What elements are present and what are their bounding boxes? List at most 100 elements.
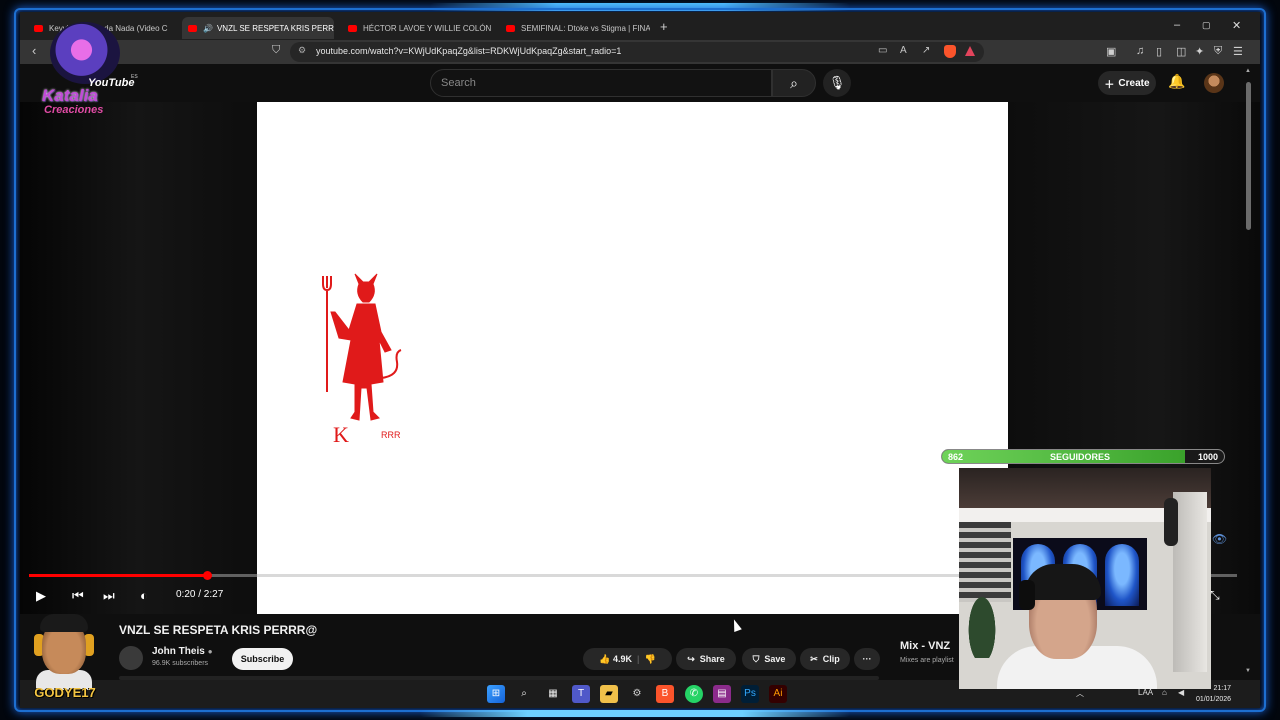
youtube-favicon-icon xyxy=(348,24,357,32)
browser-tab[interactable]: SEMIFINAL: Dtoke vs Stigma | FINAL xyxy=(500,17,650,39)
task-view-icon[interactable]: ▦ xyxy=(544,685,562,703)
subscribe-button[interactable]: Subscribe xyxy=(232,648,293,670)
webcam-person-hair xyxy=(1025,564,1101,600)
more-actions-button[interactable]: ··· xyxy=(854,648,880,670)
progress-scrubber[interactable] xyxy=(203,571,212,580)
channel-avatar[interactable] xyxy=(119,646,143,670)
video-frame[interactable]: K RRR xyxy=(257,102,1008,614)
webcam-light-panel xyxy=(1105,544,1139,606)
play-icon[interactable]: ▶ xyxy=(36,588,46,604)
browser-tab-active[interactable]: 🔊 VNZL SE RESPETA KRIS PERR ✕ xyxy=(182,17,334,39)
mix-playlist-title[interactable]: Mix - VNZ xyxy=(900,640,950,652)
illustrator-icon[interactable]: Ai xyxy=(769,685,787,703)
voice-search-button[interactable]: 🎙 xyxy=(823,69,851,97)
menu-icon[interactable]: ☰ xyxy=(1233,45,1243,58)
search-icon: ⌕ xyxy=(790,75,798,91)
search-button[interactable]: ⌕ xyxy=(772,69,816,97)
previous-icon[interactable]: ⏮ xyxy=(72,588,84,604)
network-icon[interactable]: ⌂ xyxy=(1162,688,1167,697)
like-dislike-group: 👍 4.9K | 👎 xyxy=(583,648,672,670)
sidebar-icon[interactable]: ▣ xyxy=(1106,45,1116,58)
volume-tray-icon[interactable]: ◀ xyxy=(1178,688,1184,697)
save-button[interactable]: ⛉ Save xyxy=(742,648,796,670)
create-button[interactable]: ＋ Create xyxy=(1098,71,1156,95)
share-button[interactable]: ↪ Share xyxy=(676,648,736,670)
logo-emblem-icon xyxy=(50,22,120,84)
scroll-down-icon[interactable]: ▼ xyxy=(1245,668,1251,674)
verified-icon: ● xyxy=(207,647,213,656)
account-avatar[interactable] xyxy=(1204,73,1224,93)
maximize-button[interactable]: ▢ xyxy=(1202,20,1211,31)
tab-title: HÉCTOR LAVOE Y WILLIE COLÓN 🌹 xyxy=(363,23,492,33)
back-icon[interactable]: ‹ xyxy=(32,43,36,58)
create-label: Create xyxy=(1118,77,1150,89)
streamer-tag: GODYE17 xyxy=(34,685,96,700)
close-window-button[interactable]: ✕ xyxy=(1232,19,1241,32)
windows-start-icon[interactable]: ⊞ xyxy=(487,685,505,703)
brave-taskbar-icon[interactable]: B xyxy=(656,685,674,703)
thumbs-down-icon: 👎 xyxy=(644,653,656,664)
teams-icon[interactable]: T xyxy=(572,685,590,703)
channel-name-text: John Theis xyxy=(152,646,205,657)
video-logo-letter: K xyxy=(333,422,349,447)
next-icon[interactable]: ⏭ xyxy=(103,588,115,604)
fullscreen-icon[interactable]: ⤡ xyxy=(1210,588,1220,603)
minimize-button[interactable]: – xyxy=(1174,19,1180,31)
share-page-icon[interactable]: ↗ xyxy=(922,45,930,56)
search-taskbar-icon[interactable]: ⌕ xyxy=(515,685,533,703)
plus-icon: ＋ xyxy=(1104,79,1115,91)
clip-button[interactable]: ✂ Clip xyxy=(800,648,850,670)
browser-tab[interactable]: HÉCTOR LAVOE Y WILLIE COLÓN 🌹 xyxy=(342,17,492,39)
bookmark-icon[interactable]: ⛉ xyxy=(272,44,280,57)
scroll-up-icon[interactable]: ▲ xyxy=(1245,68,1251,74)
file-explorer-icon[interactable]: ▰ xyxy=(600,685,618,703)
search-input[interactable]: Search xyxy=(430,69,772,97)
streamer-avatar-sticker: GODYE17 xyxy=(30,612,100,704)
winrar-icon[interactable]: ▤ xyxy=(713,685,731,703)
new-tab-button[interactable]: + xyxy=(660,19,668,34)
tray-chevron-icon[interactable]: ︿ xyxy=(1076,688,1084,699)
media-icon[interactable]: ♫ xyxy=(1136,45,1144,57)
player-pillarbox-left xyxy=(20,102,257,614)
extensions-icon[interactable]: ✦ xyxy=(1195,45,1204,58)
stream-frame: Keyvin - ... Queda Nada (Video C 🔊 VNZL … xyxy=(0,0,1280,720)
subscriber-count: 96.9K subscribers xyxy=(152,660,209,667)
reading-icon[interactable]: ▯ xyxy=(1156,45,1162,58)
follower-label: SEGUIDORES xyxy=(1050,452,1111,462)
scrollbar-thumb[interactable] xyxy=(1246,82,1251,230)
webcam-microphone xyxy=(1164,498,1178,546)
translate-icon[interactable]: A xyxy=(900,45,907,56)
youtube-header: Search ⌕ 🎙 ＋ Create 🔔 xyxy=(20,64,1260,102)
youtube-favicon-icon xyxy=(188,24,197,32)
search-placeholder: Search xyxy=(441,77,476,89)
notifications-bell-icon[interactable]: 🔔 xyxy=(1168,73,1185,90)
follower-count: 862 xyxy=(948,452,964,462)
brave-rewards-icon[interactable] xyxy=(965,46,975,56)
mix-playlist-subtitle: Mixes are playlist xyxy=(900,657,954,664)
sticker-hair xyxy=(40,614,88,632)
settings-app-icon[interactable]: ⚙ xyxy=(628,685,646,703)
whatsapp-icon[interactable]: ✆ xyxy=(685,685,703,703)
logo-es-text: ES xyxy=(131,74,138,80)
dislike-button[interactable]: 👎 xyxy=(645,654,656,665)
clip-label: Clip xyxy=(822,654,840,664)
address-bar[interactable]: ⚙ youtube.com/watch?v=KWjUdKpaqZg&list=R… xyxy=(290,42,984,62)
more-icon: ··· xyxy=(862,654,872,664)
share-label: Share xyxy=(699,654,725,664)
brave-shields-icon[interactable] xyxy=(944,45,956,58)
channel-name[interactable]: John Theis ● xyxy=(152,646,213,657)
photoshop-icon[interactable]: Ps xyxy=(741,685,759,703)
language-indicator[interactable]: LAA xyxy=(1138,688,1153,697)
tab-title: SEMIFINAL: Dtoke vs Stigma | FINAL xyxy=(521,23,650,33)
thumbs-up-icon: 👍 xyxy=(599,653,611,664)
wallet-icon[interactable]: ◫ xyxy=(1176,45,1186,58)
cast-icon[interactable]: ▭ xyxy=(878,45,887,56)
clock-date: 01/01/2026 xyxy=(1196,696,1232,703)
site-settings-icon[interactable]: ⚙ xyxy=(298,45,306,56)
webcam-plant xyxy=(965,588,999,658)
katalia-creaciones-logo: YouTube Katalia Creaciones ES xyxy=(40,18,138,116)
logo-sub-text: Creaciones xyxy=(44,104,104,116)
vpn-icon[interactable]: ⛨ xyxy=(1214,45,1222,58)
volume-icon[interactable]: ◐ xyxy=(140,588,148,603)
like-button[interactable]: 👍 4.9K xyxy=(599,654,632,665)
